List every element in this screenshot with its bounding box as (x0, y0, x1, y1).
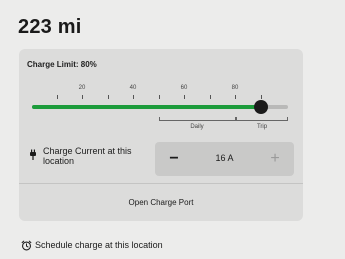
tick-mark (108, 95, 109, 99)
tick-mark (57, 95, 58, 99)
charge-current-stepper: − 16 A + (155, 142, 294, 176)
range-title: 223 mi (18, 16, 82, 38)
tick-mark (261, 95, 262, 99)
tick-label-40: 40 (129, 85, 137, 91)
tick-mark (159, 95, 160, 99)
tick-label-20: 20 (78, 85, 86, 91)
schedule-charge-link[interactable]: Schedule charge at this location (35, 240, 163, 250)
charge-limit-label: Charge Limit: 80% (27, 60, 97, 69)
tick-label-80: 80 (231, 85, 239, 91)
tick-mark (235, 95, 236, 99)
alarm-clock-icon (21, 240, 32, 251)
slider-thumb[interactable] (254, 100, 268, 114)
tick-mark (210, 95, 211, 99)
daily-label: Daily (190, 124, 204, 130)
tick-label-60: 60 (180, 85, 188, 91)
tick-mark (133, 95, 134, 99)
tick-mark (184, 95, 185, 99)
trip-range-bracket (236, 117, 288, 121)
daily-range-bracket (159, 117, 236, 121)
tick-mark (82, 95, 83, 99)
increase-current-button[interactable]: + (260, 142, 290, 176)
open-charge-port-button[interactable]: Open Charge Port (19, 184, 303, 221)
charge-current-label: Charge Current at this location (43, 146, 132, 166)
charge-limit-slider[interactable] (32, 105, 288, 109)
plug-icon (30, 149, 36, 160)
slider-fill (32, 105, 257, 109)
trip-label: Trip (256, 124, 268, 130)
charge-current-value: 16 A (215, 153, 234, 163)
charge-settings-panel: Charge Limit: 80% 20 40 60 80 Daily Trip… (19, 49, 303, 221)
